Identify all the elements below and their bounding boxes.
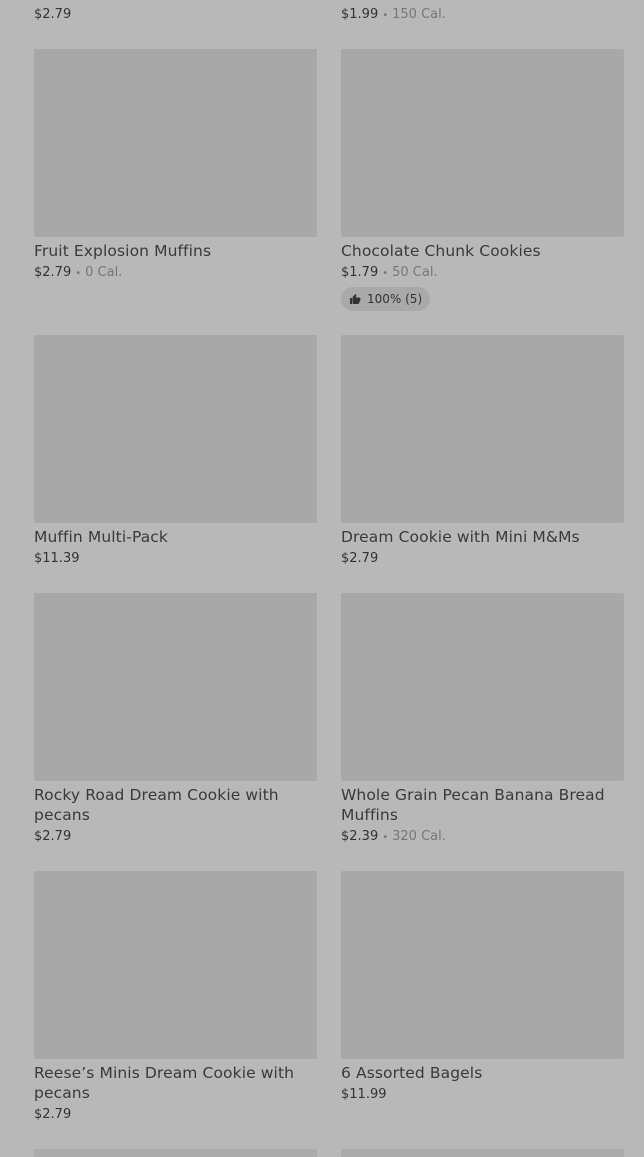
- product-card-chocolate-chunk-cookies[interactable]: Chocolate Chunk Cookies $1.79 • 50 Cal. 10…: [341, 49, 624, 319]
- product-name: Dream Cookie with Mini M&Ms: [341, 528, 580, 546]
- product-image[interactable]: [34, 49, 317, 237]
- previous-item-price-left: $2.79: [34, 7, 72, 22]
- product-card-fruit-explosion-muffins[interactable]: Fruit Explosion Muffins $2.79 • 0 Cal.: [34, 49, 317, 299]
- product-image[interactable]: [34, 335, 317, 523]
- separator-dot: •: [382, 10, 389, 21]
- product-meta: $1.79 • 50 Cal.: [341, 265, 438, 280]
- product-image[interactable]: [341, 335, 624, 523]
- product-meta: $2.39 • 320 Cal.: [341, 829, 446, 844]
- product-image[interactable]: [34, 871, 317, 1059]
- product-meta: $2.79: [341, 551, 378, 566]
- rating-text: 100% (5): [367, 292, 423, 306]
- product-price: $2.39: [341, 829, 379, 844]
- product-card-dream-cookie-mini-mms[interactable]: Dream Cookie with Mini M&Ms $2.79: [341, 335, 624, 575]
- previous-row-meta: $2.79 $1.99 • 150 Cal.: [0, 0, 644, 30]
- product-meta: $2.79: [34, 829, 71, 844]
- product-card-reeses-minis-dream-cookie[interactable]: Reese’s Minis Dream Cookie with pecans $…: [34, 871, 317, 1131]
- product-price: $2.79: [341, 551, 379, 566]
- product-name: Whole Grain Pecan Banana Bread Muffins: [341, 786, 605, 824]
- product-card-6-assorted-bagels[interactable]: 6 Assorted Bagels $11.99: [341, 871, 624, 1111]
- product-name: Rocky Road Dream Cookie with pecans: [34, 786, 279, 824]
- product-name: Reese’s Minis Dream Cookie with pecans: [34, 1064, 295, 1102]
- product-calories: 320 Cal.: [392, 829, 446, 844]
- product-name: Muffin Multi-Pack: [34, 528, 168, 546]
- separator-dot: •: [75, 268, 82, 279]
- separator-dot: •: [382, 832, 389, 843]
- previous-item-meta-left: $2.79: [34, 7, 71, 22]
- product-image[interactable]: [341, 49, 624, 237]
- previous-item-price-right: $1.99: [341, 7, 379, 22]
- separator-dot: •: [382, 268, 389, 279]
- product-card-whole-grain-pecan-banana-bread-muffins[interactable]: Whole Grain Pecan Banana Bread Muffins $…: [341, 593, 624, 853]
- product-name: Chocolate Chunk Cookies: [341, 242, 541, 260]
- product-price: $11.39: [34, 551, 80, 566]
- product-meta: $2.79: [34, 1107, 71, 1122]
- product-calories: 0 Cal.: [85, 265, 123, 280]
- rating-badge: 100% (5): [341, 287, 431, 311]
- thumbs-up-icon: [350, 294, 361, 304]
- product-card-rocky-road-dream-cookie[interactable]: Rocky Road Dream Cookie with pecans $2.7…: [34, 593, 317, 853]
- product-meta: $11.99: [341, 1087, 387, 1102]
- product-price: $1.79: [341, 265, 379, 280]
- next-product-image-right[interactable]: [341, 1149, 624, 1157]
- product-grid-page: $2.79 $1.99 • 150 Cal. Fruit Explosion Muf…: [0, 0, 644, 1157]
- product-name: Fruit Explosion Muffins: [34, 242, 212, 260]
- product-image[interactable]: [341, 871, 624, 1059]
- product-price: $11.99: [341, 1087, 387, 1102]
- product-price: $2.79: [34, 829, 72, 844]
- product-image[interactable]: [34, 593, 317, 781]
- product-card-muffin-multi-pack[interactable]: Muffin Multi-Pack $11.39: [34, 335, 317, 575]
- product-price: $2.79: [34, 1107, 72, 1122]
- product-meta: $11.39: [34, 551, 80, 566]
- previous-item-meta-right: $1.99 • 150 Cal.: [341, 7, 446, 22]
- product-calories: 50 Cal.: [392, 265, 438, 280]
- product-meta: $2.79 • 0 Cal.: [34, 265, 122, 280]
- previous-item-calories-right: 150 Cal.: [392, 7, 446, 22]
- product-name: 6 Assorted Bagels: [341, 1064, 483, 1082]
- product-image[interactable]: [341, 593, 624, 781]
- next-product-image-left[interactable]: [34, 1149, 317, 1157]
- product-price: $2.79: [34, 265, 72, 280]
